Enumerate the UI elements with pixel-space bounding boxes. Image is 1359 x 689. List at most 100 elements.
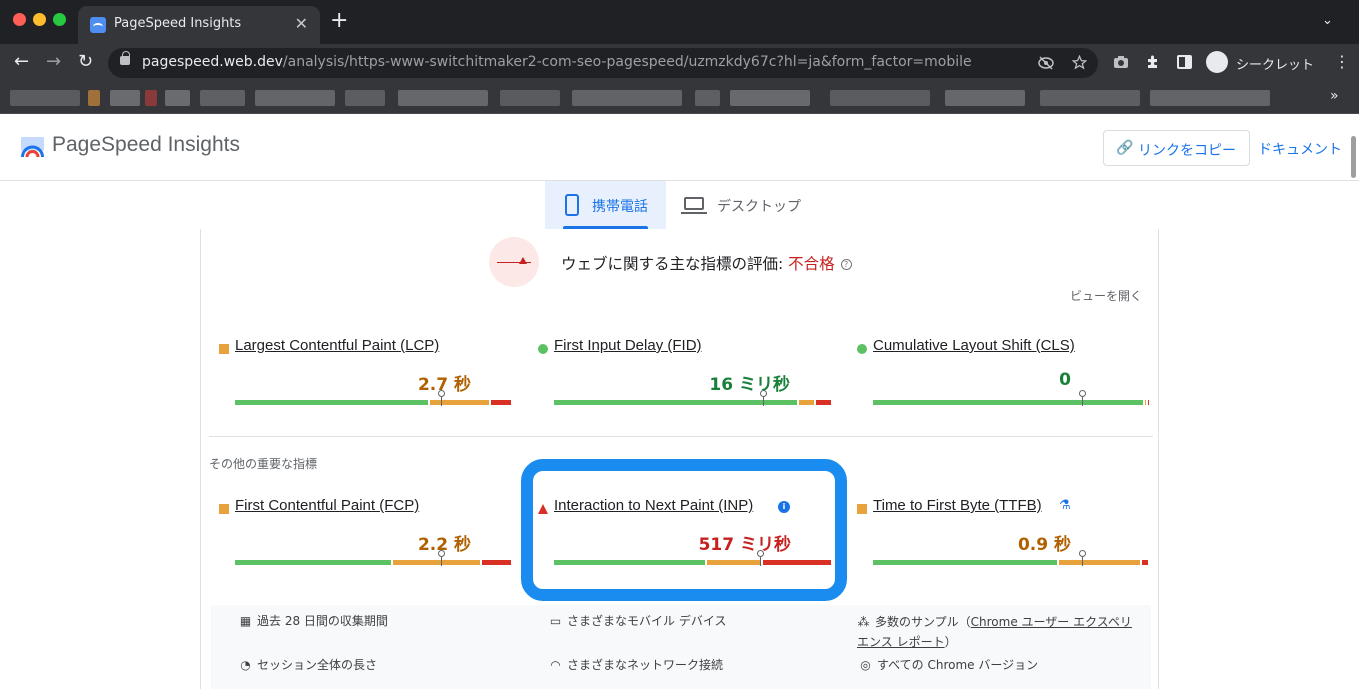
reload-button[interactable]: ↻ — [78, 51, 93, 73]
devices-icon: ▭ — [549, 614, 562, 628]
tab-desktop[interactable]: デスクトップ — [670, 181, 810, 229]
distribution-bar — [554, 390, 832, 406]
needs-improvement-segment — [393, 560, 480, 565]
window-zoom-button[interactable] — [53, 13, 66, 26]
flask-icon: ⚗ — [1059, 498, 1071, 513]
p75-marker — [438, 550, 445, 566]
forward-button[interactable]: → — [46, 51, 61, 73]
bookmark-item[interactable] — [88, 90, 100, 106]
browser-toolbar: ← → ↻ pagespeed.web.dev/analysis/https-w… — [0, 44, 1359, 82]
tab-close-icon[interactable]: ✕ — [295, 14, 308, 33]
bookmark-item[interactable] — [145, 90, 157, 106]
bookmark-item[interactable] — [398, 90, 488, 106]
star-icon[interactable] — [1072, 55, 1087, 70]
needs-improvement-segment — [1059, 560, 1140, 565]
crux-report-link-cont[interactable]: エンス レポート — [857, 635, 945, 649]
bookmark-item[interactable] — [945, 90, 1025, 106]
summary-network: ◠ さまざまなネットワーク接続 — [549, 656, 723, 673]
p75-marker — [438, 390, 445, 406]
metric-value: 2.2 秒 — [417, 535, 471, 555]
url-path: /analysis/https-www-switchitmaker2-com-s… — [282, 54, 972, 70]
rating-orange-icon — [219, 504, 229, 514]
back-button[interactable]: ← — [14, 51, 29, 73]
tab-mobile-label: 携帯電話 — [592, 199, 648, 215]
eye-off-icon[interactable] — [1038, 56, 1054, 70]
tab-title: PageSpeed Insights — [114, 16, 242, 31]
address-bar[interactable]: pagespeed.web.dev/analysis/https-www-swi… — [108, 48, 1098, 78]
samples-icon: ⁂ — [857, 615, 870, 629]
distribution-bar — [235, 390, 513, 406]
bookmarks-bar: » — [0, 82, 1359, 114]
tab-mobile[interactable]: 携帯電話 — [545, 181, 666, 229]
summary-devices-text: さまざまなモバイル デバイス — [567, 614, 727, 628]
metric-name-link[interactable]: Cumulative Layout Shift (CLS) — [873, 337, 1075, 354]
assessment-status: 不合格 — [788, 255, 835, 273]
bookmark-item[interactable] — [695, 90, 720, 106]
copy-link-label: リンクをコピー — [1138, 143, 1236, 159]
tab-search-icon[interactable]: ⌄ — [1322, 13, 1333, 28]
rating-orange-icon — [857, 504, 867, 514]
good-segment — [554, 400, 797, 405]
tab-desktop-label: デスクトップ — [717, 199, 801, 215]
timer-icon: ◔ — [240, 658, 251, 672]
new-tab-button[interactable]: + — [330, 10, 348, 32]
camera-icon[interactable] — [1113, 55, 1129, 69]
bookmark-item[interactable] — [345, 90, 385, 106]
bookmark-item[interactable] — [730, 90, 810, 106]
incognito-profile-button[interactable]: シークレット — [1206, 50, 1316, 76]
scrollbar-thumb[interactable] — [1351, 136, 1356, 178]
puzzle-icon[interactable] — [1145, 54, 1161, 70]
help-icon[interactable]: ? — [840, 259, 852, 270]
window-minimize-button[interactable] — [33, 13, 46, 26]
pagespeed-favicon-icon — [90, 17, 106, 33]
sidepanel-icon[interactable] — [1177, 55, 1192, 69]
bookmark-item[interactable] — [830, 90, 930, 106]
bookmark-item[interactable] — [255, 90, 335, 106]
bookmark-item[interactable] — [500, 90, 560, 106]
distribution-bar — [873, 390, 1151, 406]
metric-value: 0 — [1059, 370, 1071, 390]
bookmark-item[interactable] — [200, 90, 245, 106]
bookmark-item[interactable] — [572, 90, 682, 106]
metric-name-link[interactable]: Time to First Byte (TTFB) — [873, 497, 1042, 514]
poor-segment — [1148, 400, 1149, 405]
bookmark-item[interactable] — [165, 90, 190, 106]
p75-marker — [760, 390, 767, 406]
metric-name-link[interactable]: Largest Contentful Paint (LCP) — [235, 337, 439, 354]
metric-lcp: Largest Contentful Paint (LCP) 2.7 秒 — [219, 337, 519, 417]
kebab-icon[interactable]: ⋮ — [1334, 52, 1350, 71]
page-content: PageSpeed Insights 🔗 リンクをコピー ドキュメント 携帯電話… — [0, 114, 1359, 689]
metrics-divider — [209, 436, 1153, 437]
metric-value: 2.7 秒 — [417, 375, 471, 395]
laptop-icon — [681, 197, 707, 214]
rating-orange-icon — [219, 344, 229, 354]
summary-period-text: 過去 28 日間の収集期間 — [257, 614, 388, 628]
summary-samples-prefix: 多数のサンプル（ — [875, 615, 971, 629]
assessment-text: ウェブに関する主な指標の評価: — [561, 255, 789, 273]
rating-green-icon — [857, 344, 867, 354]
bookmark-item[interactable] — [10, 90, 80, 106]
url-text[interactable]: pagespeed.web.dev/analysis/https-www-swi… — [142, 54, 972, 70]
window-close-button[interactable] — [13, 13, 26, 26]
summary-network-text: さまざまなネットワーク接続 — [567, 658, 724, 672]
expand-view-link[interactable]: ビューを開く — [1070, 287, 1142, 304]
bookmarks-more-icon[interactable]: » — [1330, 88, 1339, 104]
crux-report-link[interactable]: Chrome ユーザー エクスペリ — [971, 615, 1132, 629]
good-segment — [873, 560, 1057, 565]
lock-icon[interactable] — [120, 51, 130, 65]
summary-versions-text: すべての Chrome バージョン — [877, 658, 1039, 672]
bookmark-item[interactable] — [1040, 90, 1140, 106]
bookmark-item[interactable] — [110, 90, 140, 106]
copy-link-button[interactable]: 🔗 リンクをコピー — [1103, 130, 1250, 166]
metric-name-link[interactable]: First Input Delay (FID) — [554, 337, 702, 354]
poor-segment — [816, 400, 831, 405]
bookmark-item[interactable] — [1150, 90, 1270, 106]
browser-tab[interactable]: PageSpeed Insights ✕ — [78, 6, 320, 44]
docs-link[interactable]: ドキュメント — [1258, 139, 1342, 159]
metric-name-link[interactable]: First Contentful Paint (FCP) — [235, 497, 419, 514]
other-metrics-label: その他の重要な指標 — [209, 457, 318, 471]
good-segment — [235, 400, 428, 405]
form-factor-tabs: 携帯電話 デスクトップ — [0, 181, 1359, 229]
inp-highlight-box — [521, 459, 847, 601]
incognito-label: シークレット — [1236, 58, 1315, 73]
